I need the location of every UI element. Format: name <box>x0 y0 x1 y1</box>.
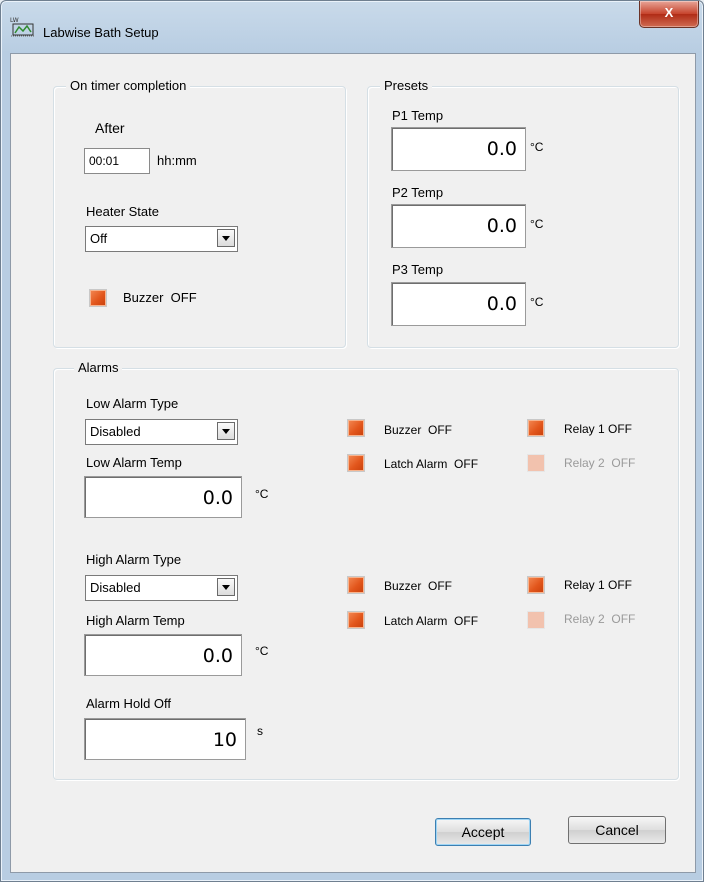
low-alarm-type-value: Disabled <box>90 424 141 439</box>
high-alarm-temp-label: High Alarm Temp <box>86 613 185 628</box>
high-alarm-type-value: Disabled <box>90 580 141 595</box>
low-alarm-temp-field[interactable]: 0.0 <box>84 476 242 518</box>
chevron-down-icon[interactable] <box>217 578 235 596</box>
timer-buzzer-label: Buzzer OFF <box>123 290 197 305</box>
timer-buzzer-led[interactable] <box>89 289 107 307</box>
svg-text:LW: LW <box>10 17 19 24</box>
chevron-down-icon[interactable] <box>217 422 235 440</box>
alarm-holdoff-label: Alarm Hold Off <box>86 696 172 711</box>
high-relay2-label: Relay 2 OFF <box>564 612 636 626</box>
high-alarm-temp-field[interactable]: 0.0 <box>84 634 242 676</box>
dialog-window: LW Labwise Bath Setup X On timer complet… <box>0 0 704 882</box>
high-buzzer-label: Buzzer OFF <box>384 579 453 593</box>
timer-group-title: On timer completion <box>66 78 191 94</box>
high-latch-led[interactable] <box>347 611 365 629</box>
heater-state-label: Heater State <box>86 204 159 219</box>
p3-temp-field[interactable]: 0.0 <box>391 282 526 326</box>
after-unit-label: hh:mm <box>157 153 197 168</box>
low-relay2-label: Relay 2 OFF <box>564 456 636 470</box>
low-buzzer-label: Buzzer OFF <box>384 423 453 437</box>
alarm-holdoff-unit: s <box>257 724 263 738</box>
p2-temp-field[interactable]: 0.0 <box>391 204 526 248</box>
p3-temp-label: P3 Temp <box>392 262 444 277</box>
low-buzzer-led[interactable] <box>347 419 365 437</box>
after-time-input[interactable]: 00:01 <box>84 148 150 174</box>
heater-state-value: Off <box>90 231 108 246</box>
alarms-group-title: Alarms <box>74 360 123 376</box>
low-relay1-led[interactable] <box>527 419 545 437</box>
p1-temp-label: P1 Temp <box>392 108 444 123</box>
low-alarm-temp-unit: °C <box>255 487 269 501</box>
high-alarm-type-select[interactable]: Disabled <box>85 575 238 601</box>
title-bar[interactable]: LW Labwise Bath Setup X <box>1 1 703 53</box>
after-label: After <box>95 120 125 136</box>
low-alarm-type-select[interactable]: Disabled <box>85 419 238 445</box>
close-button[interactable]: X <box>639 1 699 28</box>
dialog-client-area: On timer completion After 00:01 hh:mm He… <box>10 53 696 873</box>
cancel-button[interactable]: Cancel <box>568 816 666 844</box>
high-relay2-led <box>527 611 545 629</box>
alarm-holdoff-field[interactable]: 10 <box>84 718 246 760</box>
low-alarm-type-label: Low Alarm Type <box>86 396 179 411</box>
high-alarm-temp-unit: °C <box>255 644 269 658</box>
low-latch-label: Latch Alarm OFF <box>384 457 479 471</box>
high-relay1-led[interactable] <box>527 576 545 594</box>
accept-button[interactable]: Accept <box>435 818 531 846</box>
p3-temp-unit: °C <box>530 295 544 309</box>
close-icon: X <box>664 5 674 20</box>
low-relay2-led <box>527 454 545 472</box>
chevron-down-icon[interactable] <box>217 229 235 247</box>
window-title: Labwise Bath Setup <box>43 25 159 40</box>
high-latch-label: Latch Alarm OFF <box>384 614 479 628</box>
high-alarm-type-label: High Alarm Type <box>86 552 182 567</box>
p1-temp-field[interactable]: 0.0 <box>391 127 526 171</box>
p1-temp-unit: °C <box>530 140 544 154</box>
low-relay1-label: Relay 1 OFF <box>564 422 633 436</box>
low-latch-led[interactable] <box>347 454 365 472</box>
high-buzzer-led[interactable] <box>347 576 365 594</box>
high-relay1-label: Relay 1 OFF <box>564 578 633 592</box>
presets-group-title: Presets <box>380 78 433 94</box>
app-icon: LW <box>10 17 35 37</box>
p2-temp-unit: °C <box>530 217 544 231</box>
heater-state-select[interactable]: Off <box>85 226 238 252</box>
p2-temp-label: P2 Temp <box>392 185 444 200</box>
low-alarm-temp-label: Low Alarm Temp <box>86 455 182 470</box>
